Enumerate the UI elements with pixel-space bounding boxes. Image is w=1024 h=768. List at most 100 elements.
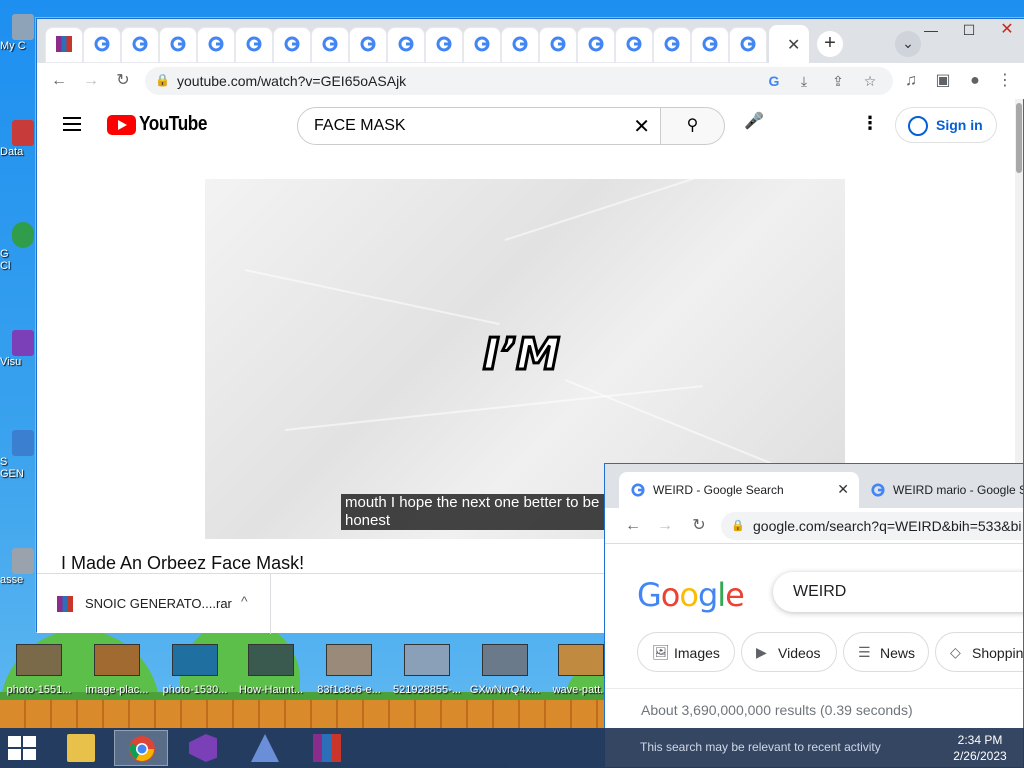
tab-google[interactable] (311, 27, 349, 63)
google-icon (94, 36, 110, 52)
address-bar[interactable]: 🔒 youtube.com/watch?v=GEI65oASAjk G ⤓ ⇪ … (145, 67, 893, 95)
close-window-button[interactable]: ✕ (989, 19, 1024, 41)
youtube-wordmark: YouTube (139, 113, 208, 135)
image-thumbnail (326, 644, 372, 676)
new-tab-button[interactable]: + (817, 31, 843, 57)
tab-close-button[interactable]: ✕ (787, 35, 800, 55)
tab-google[interactable] (615, 27, 653, 63)
tab-close-icon[interactable]: ✕ (837, 481, 849, 498)
google-icon (246, 36, 262, 52)
taskbar-visual-studio[interactable] (176, 730, 230, 766)
winrar-icon (56, 36, 72, 52)
tab-google[interactable] (577, 27, 615, 63)
install-icon[interactable]: ⤓ (795, 72, 813, 90)
google-search-input[interactable]: WEIRD (773, 572, 1023, 612)
tab-weird-search[interactable]: WEIRD - Google Search ✕ (619, 472, 859, 508)
filter-chip-news[interactable]: ☰ News (843, 632, 929, 672)
forward-icon[interactable]: → (79, 69, 103, 93)
tab-google[interactable] (463, 27, 501, 63)
divider (605, 688, 1023, 689)
chevron-up-icon[interactable]: ^ (241, 593, 248, 609)
tab-google[interactable] (425, 27, 463, 63)
image-thumbnail (94, 644, 140, 676)
tab-winrar[interactable] (45, 27, 83, 63)
download-item[interactable]: SNOIC GENERATO....rar ^ (37, 574, 271, 634)
hamburger-menu-icon[interactable] (63, 117, 81, 131)
desktop-icon-generator[interactable]: S GEN (0, 430, 34, 480)
clear-search-icon[interactable]: ✕ (633, 114, 650, 139)
google-icon (512, 36, 528, 52)
google-icon (398, 36, 414, 52)
tab-google[interactable] (235, 27, 273, 63)
bookmark-star-icon[interactable]: ☆ (861, 72, 879, 90)
news-icon: ☰ (858, 644, 871, 660)
visual-studio-icon (12, 330, 34, 356)
maximize-button[interactable]: ☐ (951, 19, 987, 41)
desktop-icon-google-chrome[interactable]: G Cl (0, 222, 34, 272)
google-logo[interactable]: Google (637, 576, 745, 614)
clock[interactable]: 2:34 PM 2/26/2023 (940, 732, 1020, 764)
tab-strip: ✕ + ⌄ — ☐ ✕ (37, 19, 1024, 63)
profile-icon[interactable]: ● (963, 69, 987, 93)
taskbar-app[interactable] (238, 730, 292, 766)
back-icon[interactable]: ← (621, 514, 645, 538)
tab-google[interactable] (691, 27, 729, 63)
reload-icon[interactable]: ↻ (687, 514, 711, 538)
tab-google[interactable] (539, 27, 577, 63)
image-thumbnail (248, 644, 294, 676)
tab-google[interactable] (501, 27, 539, 63)
menu-icon[interactable]: ⋮ (993, 69, 1017, 93)
desktop-file-thumbnail[interactable]: photo-1551... (2, 644, 76, 704)
desktop-file-thumbnail[interactable]: 83f1c8c6-e... (312, 644, 386, 704)
minimize-button[interactable]: — (913, 19, 949, 41)
filter-chip-images[interactable]: 🖼 Images (637, 632, 735, 672)
clock-time: 2:34 PM (957, 733, 1003, 747)
sign-in-button[interactable]: Sign in (895, 107, 997, 143)
reload-icon[interactable]: ↻ (111, 69, 135, 93)
google-icon (284, 36, 300, 52)
filter-chip-videos[interactable]: ▶ Videos (741, 632, 837, 672)
taskbar-file-explorer[interactable] (54, 730, 108, 766)
google-icon (360, 36, 376, 52)
tab-google[interactable] (83, 27, 121, 63)
tab-google[interactable] (121, 27, 159, 63)
media-controls-icon[interactable]: ♫ (899, 69, 923, 93)
back-icon[interactable]: ← (47, 69, 71, 93)
tab-google[interactable] (197, 27, 235, 63)
desktop-icon-visual-studio[interactable]: Visu (0, 330, 34, 368)
desktop-icon-assets[interactable]: asse (0, 548, 34, 586)
desktop-file-thumbnail[interactable]: image-plac... (80, 644, 154, 704)
desktop-file-thumbnail[interactable]: GXwNvrQ4x... (468, 644, 542, 704)
google-icon (132, 36, 148, 52)
tab-google[interactable] (349, 27, 387, 63)
taskbar-winrar[interactable] (300, 730, 354, 766)
address-bar[interactable]: 🔒 google.com/search?q=WEIRD&bih=533&bi (721, 512, 1023, 540)
desktop-file-thumbnail[interactable]: photo-1530... (158, 644, 232, 704)
file-explorer-icon (67, 734, 95, 762)
download-file-name: SNOIC GENERATO....rar (85, 596, 232, 611)
desktop-file-thumbnail[interactable]: 521928855-... (390, 644, 464, 704)
search-button[interactable]: ⚲ (661, 107, 725, 145)
google-lens-icon[interactable]: G (765, 72, 783, 90)
tab-weird-mario-search[interactable]: WEIRD mario - Google S (859, 472, 1023, 508)
lock-icon: 🔒 (155, 73, 170, 87)
tab-google[interactable] (273, 27, 311, 63)
voice-search-icon[interactable]: 🎤 (741, 111, 767, 137)
start-button[interactable] (8, 736, 38, 760)
youtube-search-input[interactable]: FACE MASK ✕ (297, 107, 661, 145)
taskbar-chrome[interactable] (114, 730, 168, 766)
share-icon[interactable]: ⇪ (829, 72, 847, 90)
filter-chip-shopping[interactable]: ◇ Shopping (935, 632, 1023, 672)
tab-google[interactable] (159, 27, 197, 63)
tab-google[interactable] (729, 27, 767, 63)
tab-google[interactable] (653, 27, 691, 63)
more-options-icon[interactable]: ⋮ (861, 113, 879, 134)
desktop-icon-my-computer[interactable]: My C (0, 14, 34, 52)
google-icon (631, 483, 645, 497)
desktop-file-thumbnail[interactable]: How-Haunt... (234, 644, 308, 704)
image-thumbnail (16, 644, 62, 676)
tab-google[interactable] (387, 27, 425, 63)
side-panel-icon[interactable]: ▣ (931, 69, 955, 93)
forward-icon[interactable]: → (653, 514, 677, 538)
desktop-icon-data[interactable]: Data (0, 120, 34, 158)
